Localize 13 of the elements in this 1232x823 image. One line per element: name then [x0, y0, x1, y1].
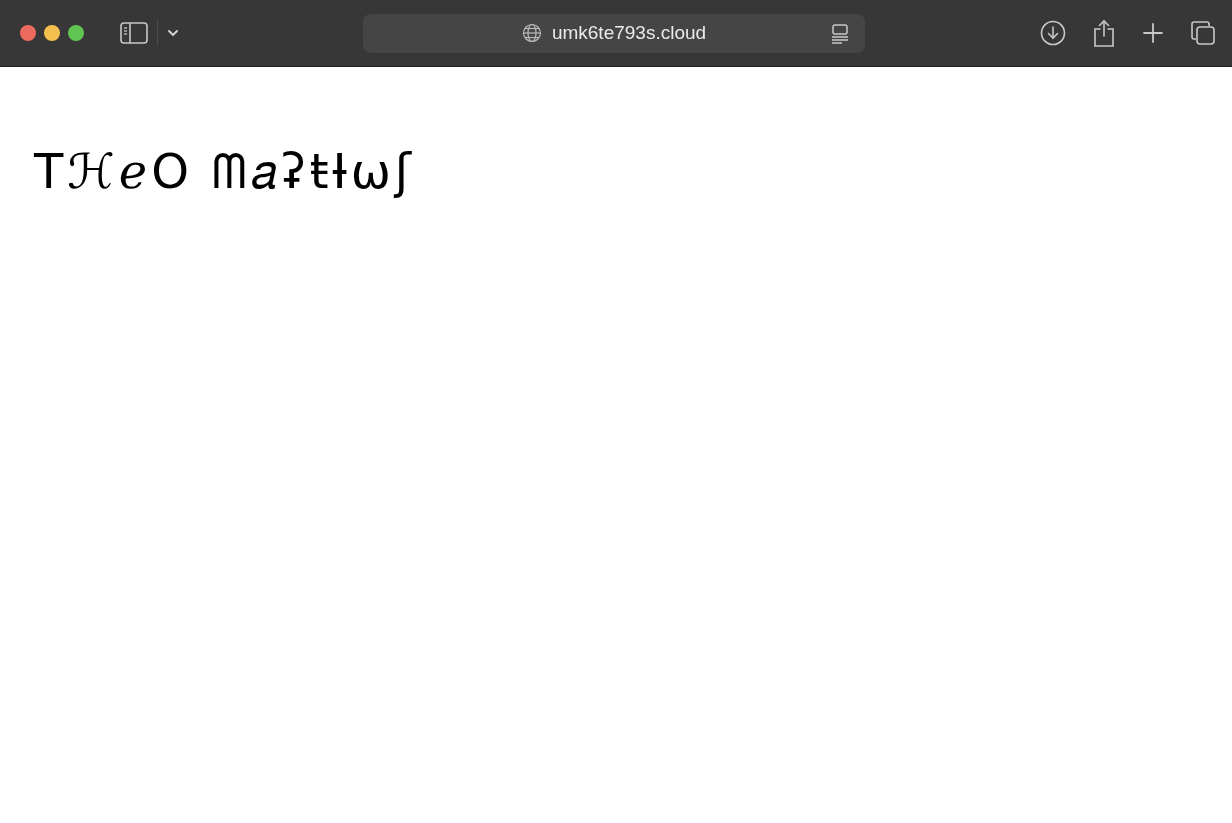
reader-icon[interactable] — [831, 23, 849, 44]
chevron-down-icon[interactable] — [167, 29, 179, 37]
zoom-button[interactable] — [68, 25, 84, 41]
sidebar-icon[interactable] — [120, 22, 148, 44]
new-tab-icon[interactable] — [1142, 22, 1164, 44]
globe-icon — [521, 23, 542, 43]
close-button[interactable] — [20, 25, 36, 41]
tabs-overview-icon[interactable] — [1190, 20, 1216, 46]
address-field[interactable]: umk6te793s.cloud — [363, 13, 865, 53]
page-heading: TℋℯO ᗰ𝑎ʡŧƗωʃ — [34, 143, 416, 201]
share-icon[interactable] — [1092, 19, 1116, 47]
minimize-button[interactable] — [44, 25, 60, 41]
download-icon[interactable] — [1040, 20, 1066, 46]
